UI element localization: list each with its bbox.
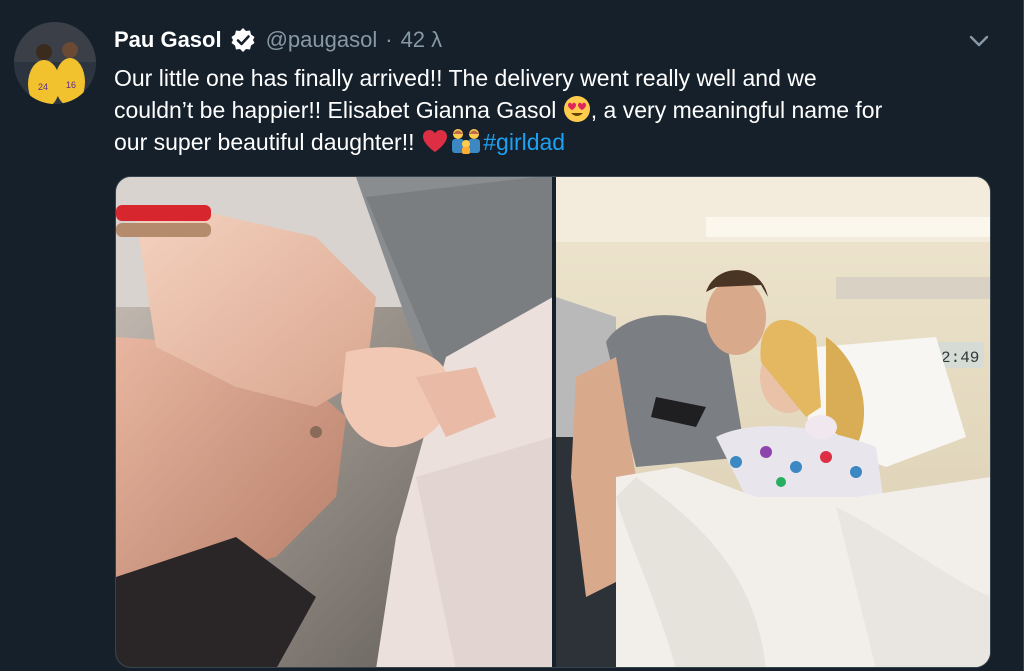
author-handle[interactable]: @paugasol xyxy=(266,27,378,53)
tweet-text-segment: couldn’t be happier!! Elisabet Gianna Ga… xyxy=(114,97,557,123)
family-photo-image: 2:49 xyxy=(556,177,990,667)
svg-text:2:49: 2:49 xyxy=(941,349,979,367)
author-avatar[interactable]: 24 16 xyxy=(14,22,96,104)
heart-eyes-emoji-icon xyxy=(563,95,591,123)
chevron-down-icon[interactable] xyxy=(964,26,994,56)
tweet-media[interactable]: 2:49 xyxy=(115,176,991,668)
hands-photo-image xyxy=(116,177,552,667)
family-emoji-icon xyxy=(449,127,480,155)
avatar-image: 24 16 xyxy=(14,22,96,104)
red-heart-emoji-icon xyxy=(421,127,449,155)
media-photo-family[interactable]: 2:49 xyxy=(556,177,990,667)
tweet-text-segment: our super beautiful daughter!! xyxy=(114,129,415,155)
tweet-text-line-1: Our little one has finally arrived!! The… xyxy=(114,65,817,91)
tweet-text: Our little one has finally arrived!! The… xyxy=(114,62,994,158)
tweet-text-line-3: our super beautiful daughter!! #girldad xyxy=(114,126,994,158)
tweet-card[interactable]: 24 16 Pau Gasol @paugasol · 42 λ Our lit… xyxy=(0,0,1024,671)
media-photo-hands[interactable] xyxy=(116,177,552,667)
tweet-timestamp[interactable]: 42 λ xyxy=(401,27,443,53)
header-separator: · xyxy=(385,27,393,52)
svg-text:16: 16 xyxy=(66,80,76,90)
verified-icon xyxy=(230,27,256,53)
hashtag-link[interactable]: #girldad xyxy=(483,129,565,155)
tweet-text-segment: , a very meaningful name for xyxy=(590,97,883,123)
author-name[interactable]: Pau Gasol xyxy=(114,27,222,53)
svg-text:24: 24 xyxy=(38,82,48,92)
tweet-header: Pau Gasol @paugasol · 42 λ xyxy=(114,24,442,56)
tweet-text-line-2: couldn’t be happier!! Elisabet Gianna Ga… xyxy=(114,94,994,126)
